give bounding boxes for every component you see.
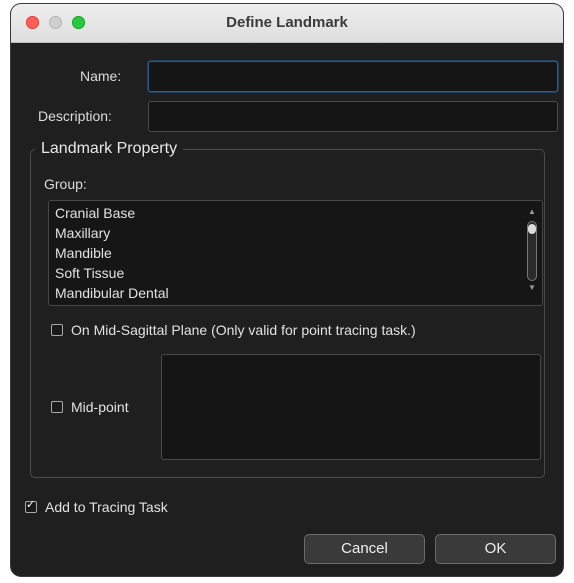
group-label: Group:	[44, 176, 87, 192]
group-list-item[interactable]: Cranial Base	[49, 203, 542, 223]
group-listbox[interactable]: Cranial Base Maxillary Mandible Soft Tis…	[48, 200, 543, 306]
midpoint-option[interactable]: Mid-point	[51, 399, 129, 415]
description-input[interactable]	[148, 101, 558, 132]
scroll-up-arrow-icon[interactable]: ▲	[528, 207, 536, 216]
mid-sagittal-label: On Mid-Sagittal Plane (Only valid for po…	[71, 322, 416, 338]
group-list-item[interactable]: Mandible	[49, 243, 542, 263]
scroll-thumb[interactable]	[528, 224, 536, 234]
landmark-property-title: Landmark Property	[35, 140, 184, 158]
define-landmark-dialog: Define Landmark Name: Description: Landm…	[11, 4, 563, 576]
mid-sagittal-option[interactable]: On Mid-Sagittal Plane (Only valid for po…	[51, 322, 416, 338]
window-title: Define Landmark	[226, 14, 348, 31]
midpoint-selection-box[interactable]	[161, 354, 541, 460]
scroll-down-arrow-icon[interactable]: ▼	[528, 283, 536, 292]
scroll-track[interactable]	[527, 221, 537, 281]
mid-sagittal-checkbox[interactable]	[51, 324, 63, 336]
group-list-item[interactable]: Maxillary	[49, 223, 542, 243]
midpoint-label: Mid-point	[71, 399, 129, 415]
description-label: Description:	[38, 108, 112, 124]
group-list-scrollbar[interactable]: ▲ ▼	[526, 207, 538, 297]
cancel-button[interactable]: Cancel	[304, 534, 425, 564]
add-to-tracing-label: Add to Tracing Task	[45, 499, 168, 515]
add-to-tracing-checkbox[interactable]	[25, 498, 37, 513]
add-to-tracing-option[interactable]: Add to Tracing Task	[25, 498, 168, 515]
ok-button[interactable]: OK	[435, 534, 556, 564]
name-label: Name:	[80, 68, 122, 84]
title-bar[interactable]: Define Landmark	[11, 4, 563, 43]
group-list-item[interactable]: Soft Tissue	[49, 263, 542, 283]
name-input[interactable]	[148, 61, 558, 92]
midpoint-checkbox[interactable]	[51, 401, 63, 413]
group-list-item[interactable]: Mandibular Dental	[49, 283, 542, 303]
